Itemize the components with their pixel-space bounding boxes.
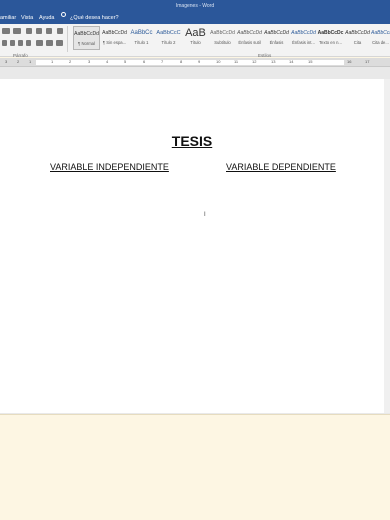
menu-item-ayuda[interactable]: Ayuda [39, 12, 55, 24]
vertical-scrollbar[interactable] [384, 79, 390, 413]
menu-item-familiar[interactable]: amiliar [0, 12, 16, 24]
menu-item-vista[interactable]: Vista [21, 12, 33, 24]
decrease-indent-icon[interactable] [36, 28, 42, 34]
style-heading-1[interactable]: AaBbCc Título 1 [128, 26, 155, 50]
tell-me-box[interactable]: ¿Qué desea hacer? [70, 12, 119, 24]
independent-variable-heading: VARIABLE INDEPENDIENTE [50, 162, 169, 172]
document-title: TESIS [171, 133, 213, 149]
lightbulb-icon [61, 12, 66, 17]
numbering-icon[interactable] [13, 28, 21, 34]
ribbon: AaBbCcDd ¶ Normal AaBbCcDd ¶ Sin espa... A… [0, 24, 390, 57]
shading-icon[interactable] [46, 40, 53, 46]
align-right-icon[interactable] [18, 40, 23, 46]
borders-icon[interactable] [56, 40, 63, 46]
align-center-icon[interactable] [10, 40, 15, 46]
style-subtitle[interactable]: AaBbCcDd Subtítulo [209, 26, 236, 50]
align-left-icon[interactable] [2, 40, 7, 46]
style-heading-2[interactable]: AaBbCcC Título 2 [155, 26, 182, 50]
style-strong[interactable]: AaBbCcDc Texto en n... [317, 26, 344, 50]
justify-icon[interactable] [26, 40, 31, 46]
ruler-text-area [36, 60, 344, 65]
document-page[interactable]: TESIS VARIABLE INDEPENDIENTE VARIABLE DE… [0, 79, 384, 413]
style-emphasis[interactable]: AaBbCcDd Énfasis [263, 26, 290, 50]
style-intense-quote[interactable]: AaBbCcDdCita de... [371, 26, 390, 50]
styles-gallery: AaBbCcDd ¶ Normal AaBbCcDd ¶ Sin espa... A… [70, 26, 390, 51]
menu-bar: amiliar Vista Ayuda ¿Qué desea hacer? [0, 12, 390, 24]
word-window: Imagenes - Word amiliar Vista Ayuda ¿Qué… [0, 0, 390, 520]
window-title: Imagenes - Word [175, 3, 215, 9]
style-no-spacing[interactable]: AaBbCcDd ¶ Sin espa... [101, 26, 128, 50]
document-area: TESIS VARIABLE INDEPENDIENTE VARIABLE DE… [0, 67, 390, 414]
style-intense-emphasis[interactable]: AaBbCcDd Énfasis int... [290, 26, 317, 50]
increase-indent-icon[interactable] [46, 28, 52, 34]
ribbon-separator [67, 26, 68, 52]
pilcrow-icon[interactable] [57, 28, 63, 34]
style-normal[interactable]: AaBbCcDd ¶ Normal [73, 26, 100, 50]
style-subtle-emphasis[interactable]: AaBbCcDd Énfasis sutil [236, 26, 263, 50]
title-bar: Imagenes - Word [0, 0, 390, 12]
style-quote[interactable]: AaBbCcDd Cita [344, 26, 371, 50]
style-title[interactable]: AaB Título [182, 26, 209, 50]
text-cursor: I [204, 212, 206, 218]
bottom-panel [0, 414, 390, 520]
line-spacing-icon[interactable] [36, 40, 43, 46]
bullets-icon[interactable] [2, 28, 10, 34]
dependent-variable-heading: VARIABLE DEPENDIENTE [226, 162, 336, 172]
horizontal-ruler[interactable]: 3 2 1 1 2 3 4 5 6 7 8 9 10 11 12 13 14 1… [0, 58, 390, 67]
multilevel-list-icon[interactable] [26, 28, 32, 34]
